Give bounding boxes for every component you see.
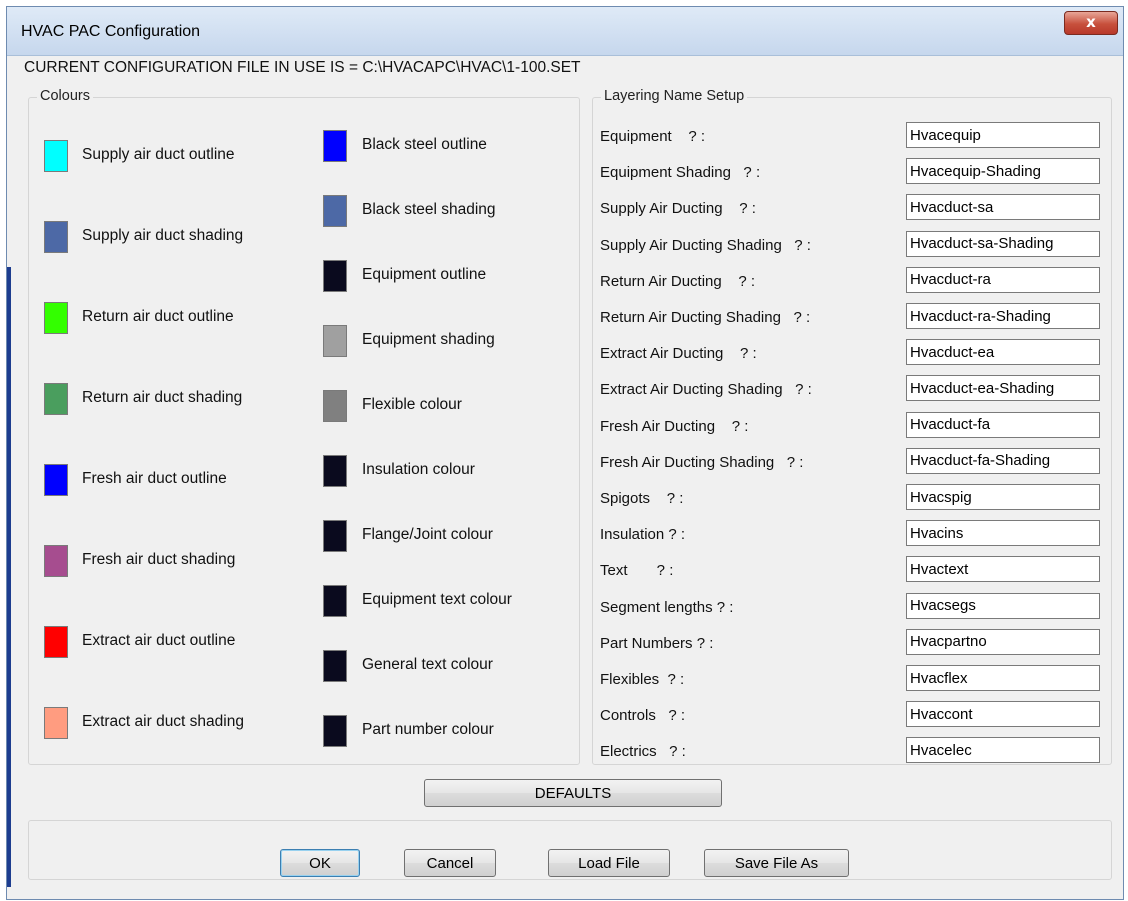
colour-swatch[interactable] — [323, 520, 347, 552]
colour-label: General text colour — [362, 656, 493, 673]
layer-label: Supply Air Ducting ? : — [600, 200, 756, 218]
colour-swatch[interactable] — [44, 626, 68, 658]
layer-name-input[interactable] — [906, 194, 1100, 221]
load-file-button[interactable]: Load File — [548, 849, 670, 877]
layer-label: Electrics ? : — [600, 743, 686, 761]
window-title: HVAC PAC Configuration — [21, 23, 201, 40]
colours-group-label: Colours — [37, 88, 93, 104]
window-edge — [7, 267, 11, 887]
colour-label: Insulation colour — [362, 461, 475, 478]
current-config-file-text: CURRENT CONFIGURATION FILE IN USE IS = C… — [24, 59, 581, 76]
layer-name-input[interactable] — [906, 303, 1100, 329]
layer-label: Spigots ? : — [600, 490, 684, 507]
layer-label: Segment lengths ? : — [600, 598, 734, 616]
layer-name-input[interactable] — [906, 411, 1100, 438]
close-icon: x — [1086, 13, 1096, 31]
layer-name-input[interactable] — [906, 375, 1100, 402]
layer-name-input[interactable] — [906, 339, 1100, 366]
layer-label: Equipment ? : — [600, 128, 706, 145]
colour-swatch[interactable] — [323, 195, 347, 227]
layer-label: Extract Air Ducting Shading ? : — [600, 381, 812, 399]
colour-swatch[interactable] — [44, 140, 68, 172]
layer-label: Text ? : — [600, 562, 674, 580]
layer-label: Insulation ? : — [600, 526, 686, 544]
colour-label: Flexible colour — [362, 396, 462, 413]
colour-label: Fresh air duct outline — [82, 470, 227, 487]
layer-name-input[interactable] — [906, 447, 1100, 474]
colour-swatch[interactable] — [323, 715, 347, 747]
colour-swatch[interactable] — [323, 650, 347, 682]
layer-name-input[interactable] — [906, 556, 1100, 583]
colour-swatch[interactable] — [44, 221, 68, 253]
save-file-as-button[interactable]: Save File As — [704, 849, 849, 877]
colour-label: Flange/Joint colour — [362, 526, 493, 543]
layer-name-input[interactable] — [906, 592, 1100, 619]
ok-button[interactable]: OK — [280, 849, 360, 877]
layer-label: Return Air Ducting ? : — [600, 272, 756, 290]
colour-label: Equipment outline — [362, 266, 487, 283]
layer-label: Return Air Ducting Shading ? : — [600, 309, 811, 326]
colour-swatch[interactable] — [323, 455, 347, 487]
colour-swatch[interactable] — [323, 585, 347, 617]
cancel-button[interactable]: Cancel — [404, 849, 496, 877]
layer-label: Fresh Air Ducting Shading ? : — [600, 453, 804, 471]
colour-swatch[interactable] — [323, 130, 347, 162]
colour-label: Fresh air duct shading — [82, 551, 236, 568]
colour-swatch[interactable] — [323, 390, 347, 422]
layer-label: Controls ? : — [600, 707, 686, 725]
title-bar[interactable]: HVAC PAC Configuration x — [7, 7, 1123, 56]
colour-label: Supply air duct outline — [82, 146, 235, 163]
colour-label: Return air duct shading — [82, 389, 243, 406]
layer-label: Extract Air Ducting ? : — [600, 345, 757, 363]
layer-label: Supply Air Ducting Shading ? : — [600, 236, 811, 254]
colours-group: Colours — [28, 88, 580, 765]
layer-name-input[interactable] — [906, 266, 1100, 293]
layering-group-label: Layering Name Setup — [601, 88, 748, 104]
layer-name-input[interactable] — [906, 520, 1100, 547]
layer-label: Part Numbers ? : — [600, 634, 714, 652]
layer-name-input[interactable] — [906, 158, 1100, 185]
colour-swatch[interactable] — [44, 302, 68, 334]
colour-swatch[interactable] — [44, 707, 68, 739]
layer-label: Equipment Shading ? : — [600, 164, 761, 182]
colour-label: Part number colour — [362, 721, 494, 738]
layer-label: Fresh Air Ducting ? : — [600, 417, 749, 435]
colour-label: Extract air duct shading — [82, 713, 244, 730]
layer-name-input[interactable] — [906, 701, 1100, 728]
layer-name-input[interactable] — [906, 628, 1100, 655]
colour-label: Equipment text colour — [362, 591, 512, 608]
layer-name-input[interactable] — [906, 484, 1100, 510]
colour-label: Extract air duct outline — [82, 632, 236, 649]
colour-label: Supply air duct shading — [82, 227, 244, 244]
layer-name-input[interactable] — [906, 737, 1100, 764]
layer-name-input[interactable] — [906, 665, 1100, 691]
colour-label: Black steel outline — [362, 136, 487, 153]
colour-label: Equipment shading — [362, 331, 495, 348]
colour-swatch[interactable] — [44, 464, 68, 496]
layer-name-input[interactable] — [906, 122, 1100, 148]
colour-label: Black steel shading — [362, 201, 496, 218]
defaults-button[interactable]: DEFAULTS — [424, 779, 722, 807]
layer-label: Flexibles ? : — [600, 671, 685, 688]
colour-swatch[interactable] — [323, 260, 347, 292]
colour-swatch[interactable] — [44, 383, 68, 415]
colour-swatch[interactable] — [44, 545, 68, 577]
close-button[interactable]: x — [1064, 11, 1118, 35]
layer-name-input[interactable] — [906, 230, 1100, 257]
colour-swatch[interactable] — [323, 325, 347, 357]
colour-label: Return air duct outline — [82, 308, 234, 325]
